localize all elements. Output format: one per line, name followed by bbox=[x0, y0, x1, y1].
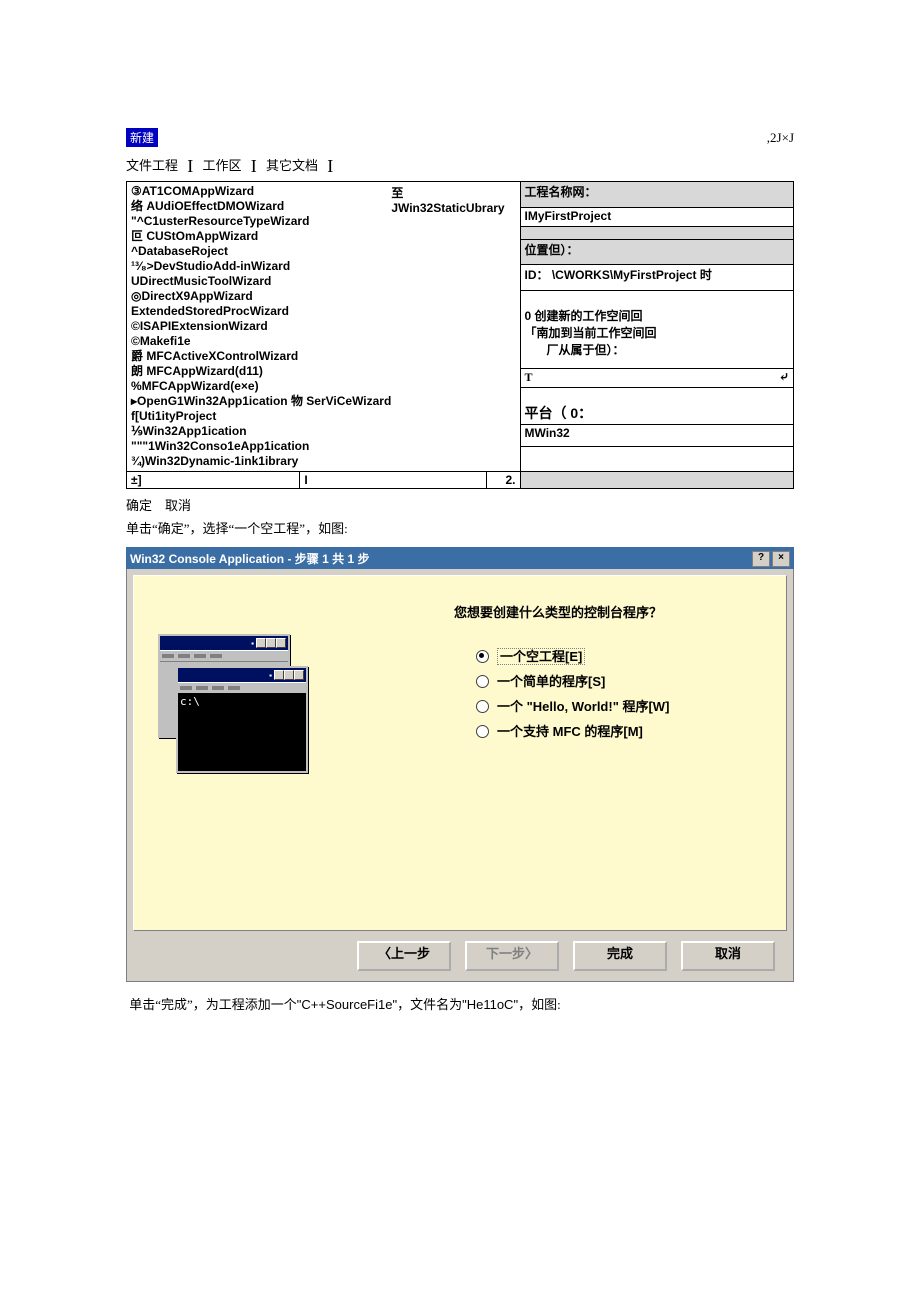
close-icon[interactable]: × bbox=[772, 551, 790, 567]
instruction-1: 单击“确定”，选择“一个空工程”，如图: bbox=[126, 518, 794, 537]
tab-other-docs[interactable]: 其它文档 bbox=[266, 158, 318, 173]
wizard-item[interactable]: 朗 MFCAppWizard(d11) bbox=[131, 364, 391, 379]
wizard-dialog: Win32 Console Application - 步骤 1 共 1 步 ?… bbox=[126, 547, 794, 982]
help-icon[interactable]: ? bbox=[752, 551, 770, 567]
project-name-input[interactable]: IMyFirstProject bbox=[520, 207, 794, 226]
wizard-item[interactable]: 络 AUdiOEffectDMOWizard bbox=[131, 199, 391, 214]
wizard-right-col: 至 JWin32StaticUbrary bbox=[391, 184, 504, 469]
finish-button[interactable]: 完成 bbox=[573, 941, 667, 971]
wizard-cancel-button[interactable]: 取消 bbox=[681, 941, 775, 971]
wizard-item[interactable]: ▸OpenG1Win32App1ication 物 SerViCeWizard bbox=[131, 394, 391, 409]
wizard-item[interactable]: ③AT1COMAppWizard bbox=[131, 184, 391, 199]
wizard-item[interactable]: 叵 CUStOmAppWizard bbox=[131, 229, 391, 244]
new-label: 新建 bbox=[126, 128, 158, 147]
wizard-question: 您想要创建什么类型的控制台程序？ bbox=[454, 602, 766, 621]
platform-value: MWin32 bbox=[520, 425, 794, 447]
wizard-item[interactable]: ¹³⁄₈>DevStudioAdd-inWizard bbox=[131, 259, 391, 274]
radio-new-workspace[interactable]: 0 创建新的工作空间回 bbox=[525, 307, 790, 324]
radio-mfc-app[interactable]: 一个支持 MFC 的程序[M] bbox=[476, 721, 669, 740]
ok-button[interactable]: 确定 bbox=[126, 498, 152, 513]
wizard-item[interactable]: ¾)Win32Dynamic-1ink1ibrary bbox=[131, 454, 391, 469]
wizard-list[interactable]: ③AT1COMAppWizard络 AUdiOEffectDMOWizard"^… bbox=[131, 184, 391, 469]
wizard-item[interactable]: ExtendedStoredProcWizard bbox=[131, 304, 391, 319]
console-prompt: c:\ bbox=[178, 693, 306, 771]
wizard-item[interactable]: 爵 MFCActiveXControlWizard bbox=[131, 349, 391, 364]
wizard-item[interactable]: ©ISAPIExtensionWizard bbox=[131, 319, 391, 334]
radio-add-workspace[interactable]: 「南加到当前工作空间回 bbox=[525, 324, 790, 341]
wizard-item[interactable]: ©Makefi1e bbox=[131, 334, 391, 349]
wizard-item[interactable]: "^C1usterResourceTypeWizard bbox=[131, 214, 391, 229]
radio-simple-app[interactable]: 一个简单的程序[S] bbox=[476, 671, 669, 690]
bottom-left: ±] bbox=[127, 472, 300, 489]
tab-workspace[interactable]: 工作区 bbox=[203, 158, 242, 173]
wizard-item[interactable]: UDirectMusicToolWizard bbox=[131, 274, 391, 289]
tab-file-project[interactable]: 文件工程 bbox=[126, 158, 178, 173]
wizard-item[interactable]: f[Uti1ityProject bbox=[131, 409, 391, 424]
arrow-symbol: ⤶ bbox=[779, 370, 789, 385]
radio-empty-project[interactable]: 一个空工程[E] bbox=[476, 646, 669, 665]
t-symbol: T bbox=[525, 370, 533, 385]
wizard-item[interactable]: %MFCAppWizard(e×e) bbox=[131, 379, 391, 394]
wizard-item[interactable]: ⅑Win32App1ication bbox=[131, 424, 391, 439]
bottom-right: 2. bbox=[487, 472, 520, 489]
wizard-item[interactable]: ^DatabaseRoject bbox=[131, 244, 391, 259]
location-label: 位置但）： bbox=[520, 239, 794, 265]
radio-hello-world[interactable]: 一个 "Hello, World!" 程序[W] bbox=[476, 696, 669, 715]
corner-text: ,2J×J bbox=[767, 130, 794, 146]
next-button: 下一步〉 bbox=[465, 941, 559, 971]
wizard-item[interactable]: """1Win32Conso1eApp1ication bbox=[131, 439, 391, 454]
back-button[interactable]: 〈上一步 bbox=[357, 941, 451, 971]
checkbox-dependency[interactable]: 厂从属于但）： bbox=[525, 341, 790, 358]
wizard-item[interactable]: ◎DirectX9AppWizard bbox=[131, 289, 391, 304]
illustration: ▪ ▪ c:\ bbox=[158, 634, 328, 814]
project-name-label: 工程名称网： bbox=[520, 182, 794, 208]
wizard-title: Win32 Console Application - 步骤 1 共 1 步 bbox=[130, 550, 369, 567]
location-input[interactable]: ID： \CWORKS\MyFirstProject 时 bbox=[520, 265, 794, 291]
instruction-2: 单击“完成”，为工程添加一个"C++SourceFi1e"，文件名为"He11o… bbox=[126, 994, 794, 1013]
dialog-tabs: 文件工程 I 工作区 I 其它文档 I bbox=[126, 155, 794, 177]
platform-label: 平台（ 0： bbox=[525, 405, 593, 421]
bottom-center: I bbox=[300, 472, 487, 489]
cancel-button[interactable]: 取消 bbox=[165, 498, 191, 513]
